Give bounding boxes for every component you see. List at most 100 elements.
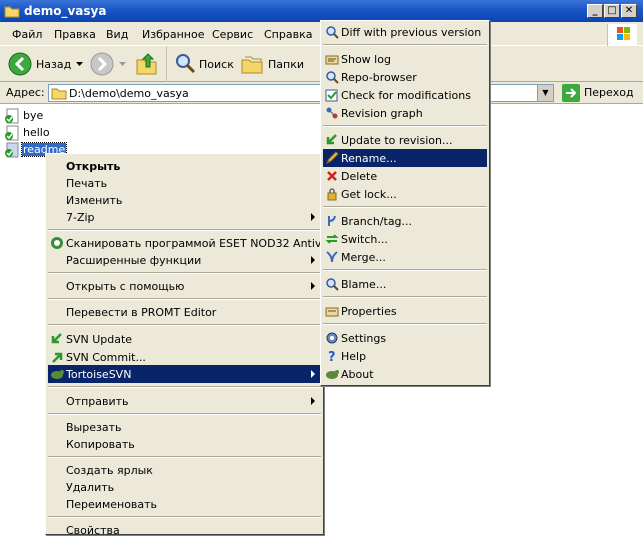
go-button[interactable]: Переход xyxy=(560,84,640,102)
ctx-send-to[interactable]: Отправить xyxy=(48,392,321,410)
menu-separator xyxy=(323,125,487,127)
diff-icon xyxy=(326,26,339,39)
forward-button[interactable] xyxy=(88,46,128,82)
ctx-advanced-label: Расширенные функции xyxy=(66,254,202,267)
ctx-delete-label: Удалить xyxy=(66,481,115,494)
switch-icon xyxy=(325,234,339,244)
svn-rename[interactable]: Rename... xyxy=(323,149,487,167)
ctx-properties[interactable]: Свойства xyxy=(48,521,321,539)
ctx-rename-label: Переименовать xyxy=(66,498,158,511)
svn-show-log[interactable]: Show log xyxy=(323,50,487,68)
svn-repo-browser[interactable]: Repo-browser xyxy=(323,68,487,86)
svn-blame[interactable]: Blame... xyxy=(323,275,487,293)
svn-update-to-revision-label: Update to revision... xyxy=(341,134,453,147)
menu-view[interactable]: Вид xyxy=(106,28,128,41)
menu-help[interactable]: Справка xyxy=(264,28,312,41)
svn-switch[interactable]: Switch... xyxy=(323,230,487,248)
svn-properties-label: Properties xyxy=(341,305,397,318)
merge-icon xyxy=(326,251,338,263)
lock-icon xyxy=(327,188,337,201)
svn-branch-tag[interactable]: Branch/tag... xyxy=(323,212,487,230)
forward-arrow-icon xyxy=(90,52,114,76)
repo-browser-icon xyxy=(326,71,339,84)
ctx-edit[interactable]: Изменить xyxy=(48,191,321,209)
svn-update-to-revision[interactable]: Update to revision... xyxy=(323,131,487,149)
minimize-button[interactable]: _ xyxy=(587,4,603,18)
svn-help[interactable]: ? Help xyxy=(323,347,487,365)
svn-delete[interactable]: Delete xyxy=(323,167,487,185)
ctx-svn-update[interactable]: SVN Update xyxy=(48,330,321,348)
ctx-promt-label: Перевести в PROMT Editor xyxy=(66,306,217,319)
svn-merge[interactable]: Merge... xyxy=(323,248,487,266)
folders-icon xyxy=(241,56,263,74)
folders-button[interactable]: Папки xyxy=(238,46,310,82)
eset-icon xyxy=(51,237,63,249)
back-label: Назад xyxy=(36,58,72,71)
ctx-eset-scan[interactable]: Сканировать программой ESET NOD32 Antivi… xyxy=(48,234,342,252)
menu-edit[interactable]: Правка xyxy=(54,28,96,41)
svn-commit-icon xyxy=(52,352,63,363)
maximize-button[interactable]: □ xyxy=(604,4,620,18)
revision-graph-icon xyxy=(326,107,338,119)
menu-favorites[interactable]: Избранное xyxy=(142,28,204,41)
svn-properties[interactable]: Properties xyxy=(323,302,487,320)
ctx-advanced[interactable]: Расширенные функции xyxy=(48,251,321,269)
ctx-open-with[interactable]: Открыть с помощью xyxy=(48,277,321,295)
back-button[interactable]: Назад xyxy=(6,46,86,82)
menu-file[interactable]: Файл xyxy=(12,28,42,41)
svn-get-lock-label: Get lock... xyxy=(341,188,397,201)
svn-revision-graph[interactable]: Revision graph xyxy=(323,104,487,122)
submenu-arrow-icon xyxy=(311,282,315,290)
svn-about[interactable]: About xyxy=(323,365,487,383)
svn-diff[interactable]: Diff with previous version xyxy=(323,23,487,41)
svn-settings[interactable]: Settings xyxy=(323,329,487,347)
search-button[interactable]: Поиск xyxy=(166,46,236,82)
svn-delete-label: Delete xyxy=(341,170,378,183)
ctx-open[interactable]: Открыть xyxy=(48,157,321,175)
menu-separator xyxy=(323,323,487,325)
menu-separator xyxy=(48,413,321,415)
ctx-cut[interactable]: Вырезать xyxy=(48,418,321,436)
folder-icon xyxy=(51,88,67,100)
menu-separator xyxy=(323,296,487,298)
back-arrow-icon xyxy=(8,52,32,76)
ctx-copy[interactable]: Копировать xyxy=(48,435,321,453)
menu-separator xyxy=(48,456,321,458)
folder-icon xyxy=(4,6,20,18)
properties-icon xyxy=(325,307,339,317)
svn-merge-label: Merge... xyxy=(341,251,386,264)
address-dropdown-button[interactable]: ▼ xyxy=(537,85,553,101)
update-icon xyxy=(326,134,337,145)
svn-get-lock[interactable]: Get lock... xyxy=(323,185,487,203)
svn-revision-graph-label: Revision graph xyxy=(341,107,423,120)
ctx-print[interactable]: Печать xyxy=(48,174,321,192)
menu-separator xyxy=(48,324,321,326)
up-folder-button[interactable] xyxy=(134,50,160,78)
tortoise-icon xyxy=(326,370,339,379)
svn-help-label: Help xyxy=(341,350,367,363)
ctx-delete[interactable]: Удалить xyxy=(48,478,321,496)
svn-file-icon xyxy=(5,108,19,124)
ctx-promt[interactable]: Перевести в PROMT Editor xyxy=(48,303,321,321)
ctx-rename[interactable]: Переименовать xyxy=(48,495,321,513)
context-menu: Открыть Печать Изменить 7-Zip Сканироват… xyxy=(45,153,342,537)
svn-show-log-label: Show log xyxy=(341,53,391,66)
window-title: demo_vasya xyxy=(24,4,107,18)
ctx-properties-label: Свойства xyxy=(66,524,120,537)
up-folder-icon xyxy=(136,53,157,75)
address-label: Адрес: xyxy=(6,86,45,99)
ctx-create-shortcut[interactable]: Создать ярлык xyxy=(48,461,321,479)
title-bar[interactable]: demo_vasya _ □ ✕ xyxy=(0,0,643,22)
ctx-svn-commit[interactable]: SVN Commit... xyxy=(48,348,321,366)
blame-icon xyxy=(326,278,339,291)
svn-check-modifications[interactable]: Check for modifications xyxy=(323,86,487,104)
close-button[interactable]: ✕ xyxy=(621,4,637,18)
ctx-7zip[interactable]: 7-Zip xyxy=(48,208,321,226)
ctx-edit-label: Изменить xyxy=(66,194,123,207)
ctx-tortoisesvn[interactable]: TortoiseSVN xyxy=(48,365,321,383)
ctx-svn-commit-label: SVN Commit... xyxy=(66,351,146,364)
branch-icon xyxy=(328,215,336,226)
ctx-send-to-label: Отправить xyxy=(66,395,129,408)
menu-separator xyxy=(323,206,487,208)
menu-tools[interactable]: Сервис xyxy=(212,28,253,41)
